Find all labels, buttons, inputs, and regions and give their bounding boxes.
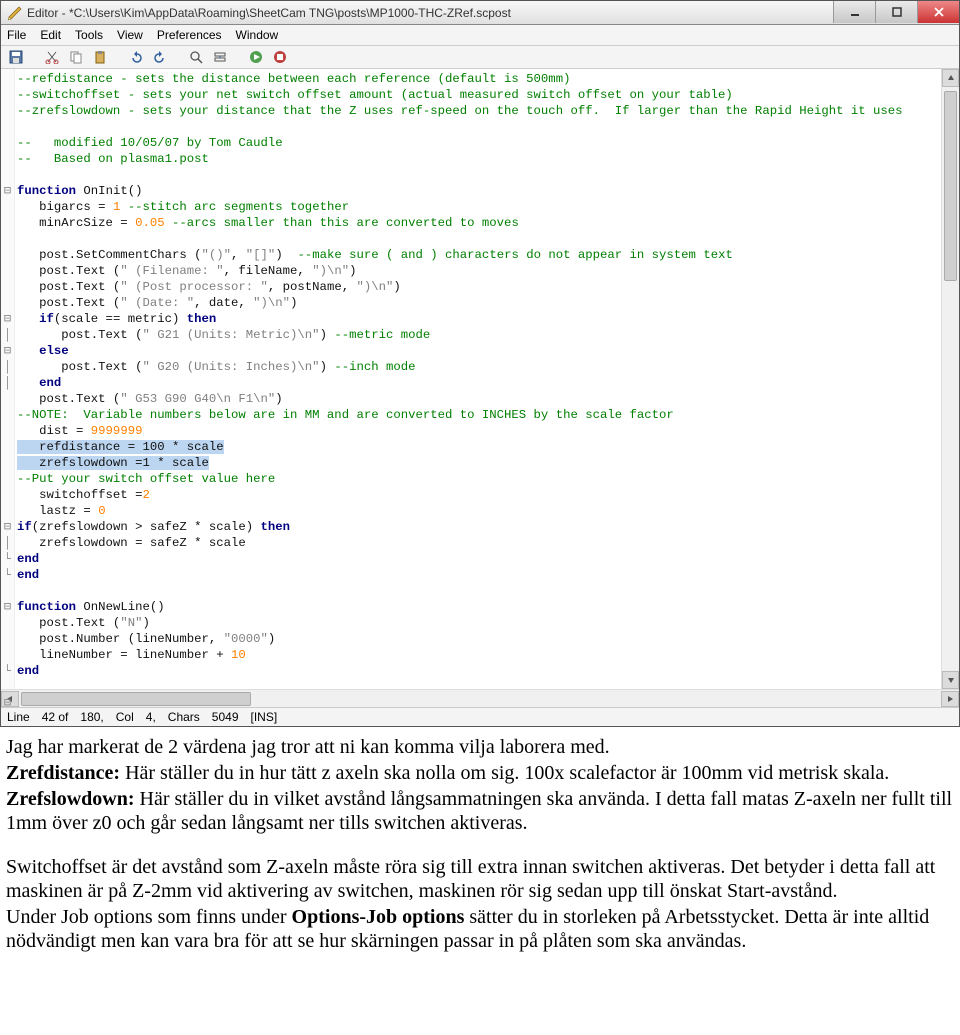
app-icon <box>7 5 23 21</box>
article-p1: Jag har markerat de 2 värdena jag tror a… <box>6 735 954 759</box>
undo-icon[interactable] <box>127 49 145 65</box>
article-p4: Switchoffset är det avstånd som Z-axeln … <box>6 855 954 903</box>
article-p3: Zrefslowdown: Här ställer du in vilket a… <box>6 787 954 835</box>
maximize-button[interactable] <box>875 1 917 23</box>
menu-edit[interactable]: Edit <box>40 28 61 42</box>
find-icon[interactable] <box>187 49 205 65</box>
menu-tools[interactable]: Tools <box>75 28 103 42</box>
status-col-value: 4, <box>146 710 156 724</box>
menu-file[interactable]: File <box>7 28 26 42</box>
statusbar: Line 42 of 180, Col 4, Chars 5049 [INS] <box>1 707 959 726</box>
horizontal-scrollbar[interactable] <box>1 689 959 707</box>
menu-view[interactable]: View <box>117 28 143 42</box>
status-chars-value: 5049 <box>212 710 239 724</box>
scroll-down-icon[interactable] <box>942 671 959 689</box>
fold-handle[interactable]: ⊟ <box>1 695 14 711</box>
close-button[interactable] <box>917 1 959 23</box>
copy-icon[interactable] <box>67 49 85 65</box>
stop-icon[interactable] <box>271 49 289 65</box>
redo-icon[interactable] <box>151 49 169 65</box>
editor-area[interactable]: ⊟ ⊟ │ ⊟ ││ ⊟ │└└ ⊟ └ ⊟ --refdistance - s… <box>1 69 959 689</box>
status-col-label: Col <box>116 710 134 724</box>
article-text: Jag har markerat de 2 värdena jag tror a… <box>0 727 960 961</box>
fold-handle[interactable]: ⊟ <box>1 311 14 327</box>
titlebar[interactable]: Editor - *C:\Users\Kim\AppData\Roaming\S… <box>1 1 959 25</box>
fold-handle[interactable]: ⊟ <box>1 343 14 359</box>
menu-preferences[interactable]: Preferences <box>157 28 222 42</box>
run-icon[interactable] <box>247 49 265 65</box>
fold-gutter[interactable]: ⊟ ⊟ │ ⊟ ││ ⊟ │└└ ⊟ └ ⊟ <box>1 69 15 689</box>
editor-window: Editor - *C:\Users\Kim\AppData\Roaming\S… <box>0 0 960 727</box>
window-title: Editor - *C:\Users\Kim\AppData\Roaming\S… <box>27 6 833 20</box>
paste-icon[interactable] <box>91 49 109 65</box>
status-line-value: 42 of <box>42 710 69 724</box>
menubar: File Edit Tools View Preferences Window <box>1 25 959 46</box>
fold-handle[interactable]: ⊟ <box>1 519 14 535</box>
code-editor[interactable]: --refdistance - sets the distance betwee… <box>15 69 941 689</box>
fold-handle[interactable]: ⊟ <box>1 599 14 615</box>
scroll-up-icon[interactable] <box>942 69 959 87</box>
cut-icon[interactable] <box>43 49 61 65</box>
status-total-lines: 180, <box>80 710 103 724</box>
vertical-scrollbar[interactable] <box>941 69 959 689</box>
article-p5: Under Job options som finns under Option… <box>6 905 954 953</box>
status-chars-label: Chars <box>168 710 200 724</box>
article-p2: Zrefdistance: Här ställer du in hur tätt… <box>6 761 954 785</box>
save-icon[interactable] <box>7 49 25 65</box>
toolbar <box>1 46 959 69</box>
minimize-button[interactable] <box>833 1 875 23</box>
menu-window[interactable]: Window <box>236 28 279 42</box>
status-insert-mode: [INS] <box>251 710 278 724</box>
fold-handle[interactable]: ⊟ <box>1 183 14 199</box>
hscroll-thumb[interactable] <box>21 692 251 706</box>
replace-icon[interactable] <box>211 49 229 65</box>
scroll-thumb[interactable] <box>944 91 957 281</box>
scroll-right-icon[interactable] <box>941 691 959 707</box>
window-controls <box>833 1 959 24</box>
